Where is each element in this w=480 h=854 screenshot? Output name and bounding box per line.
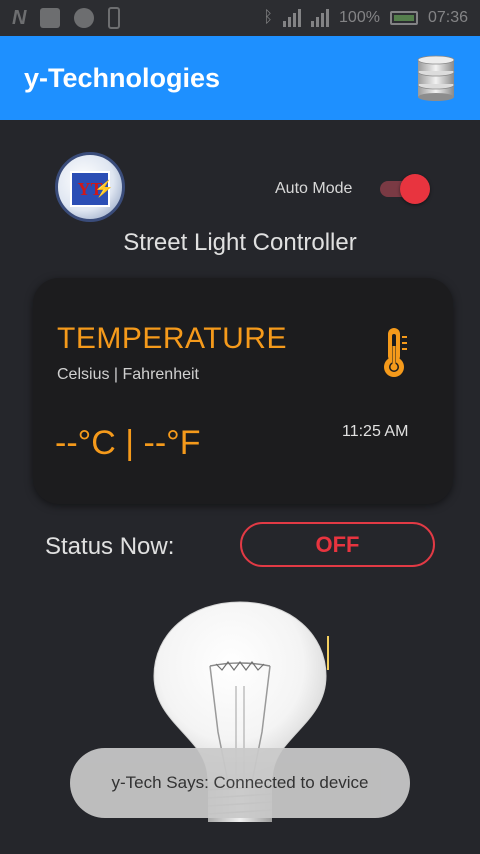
temperature-value: --°C | --°F [55,424,201,462]
system-icons: ᛒ 100% 07:36 [263,9,468,27]
signal-icon-2 [311,9,330,27]
signal-icon [283,9,302,27]
lightning-icon: ⚡ [94,181,114,198]
toast-message: y-Tech Says: Connected to device [70,748,410,818]
database-icon [417,55,455,101]
app-bar: y-Technologies [0,36,480,120]
database-button[interactable] [416,55,456,101]
status-label: Status Now: [45,533,175,560]
notification-icons: N [12,6,121,30]
reading-time: 11:25 AM [342,423,409,440]
app-title: y-Technologies [24,62,221,93]
battery-icon [389,11,418,25]
status-bar: N ᛒ 100% 07:36 [0,0,480,36]
bluetooth-icon: ᛒ [263,9,274,26]
switch-thumb [400,174,430,204]
status-toggle-button[interactable]: OFF [240,522,435,567]
page-subtitle: Street Light Controller [123,229,357,256]
phone-icon [108,7,121,29]
temperature-title: TEMPERATURE [57,322,287,355]
clock: 07:36 [427,9,468,26]
temperature-units: Celsius | Fahrenheit [57,366,199,383]
auto-mode-switch[interactable] [378,174,430,204]
n-icon: N [12,6,27,29]
logo: YT ⚡ [55,152,125,222]
circle-icon [74,8,95,28]
auto-mode-label: Auto Mode [275,180,353,197]
thermometer-icon [384,328,407,377]
image-icon [40,8,61,28]
battery-percent: 100% [339,9,380,26]
temperature-card: TEMPERATURE Celsius | Fahrenheit --°C | … [33,278,453,504]
